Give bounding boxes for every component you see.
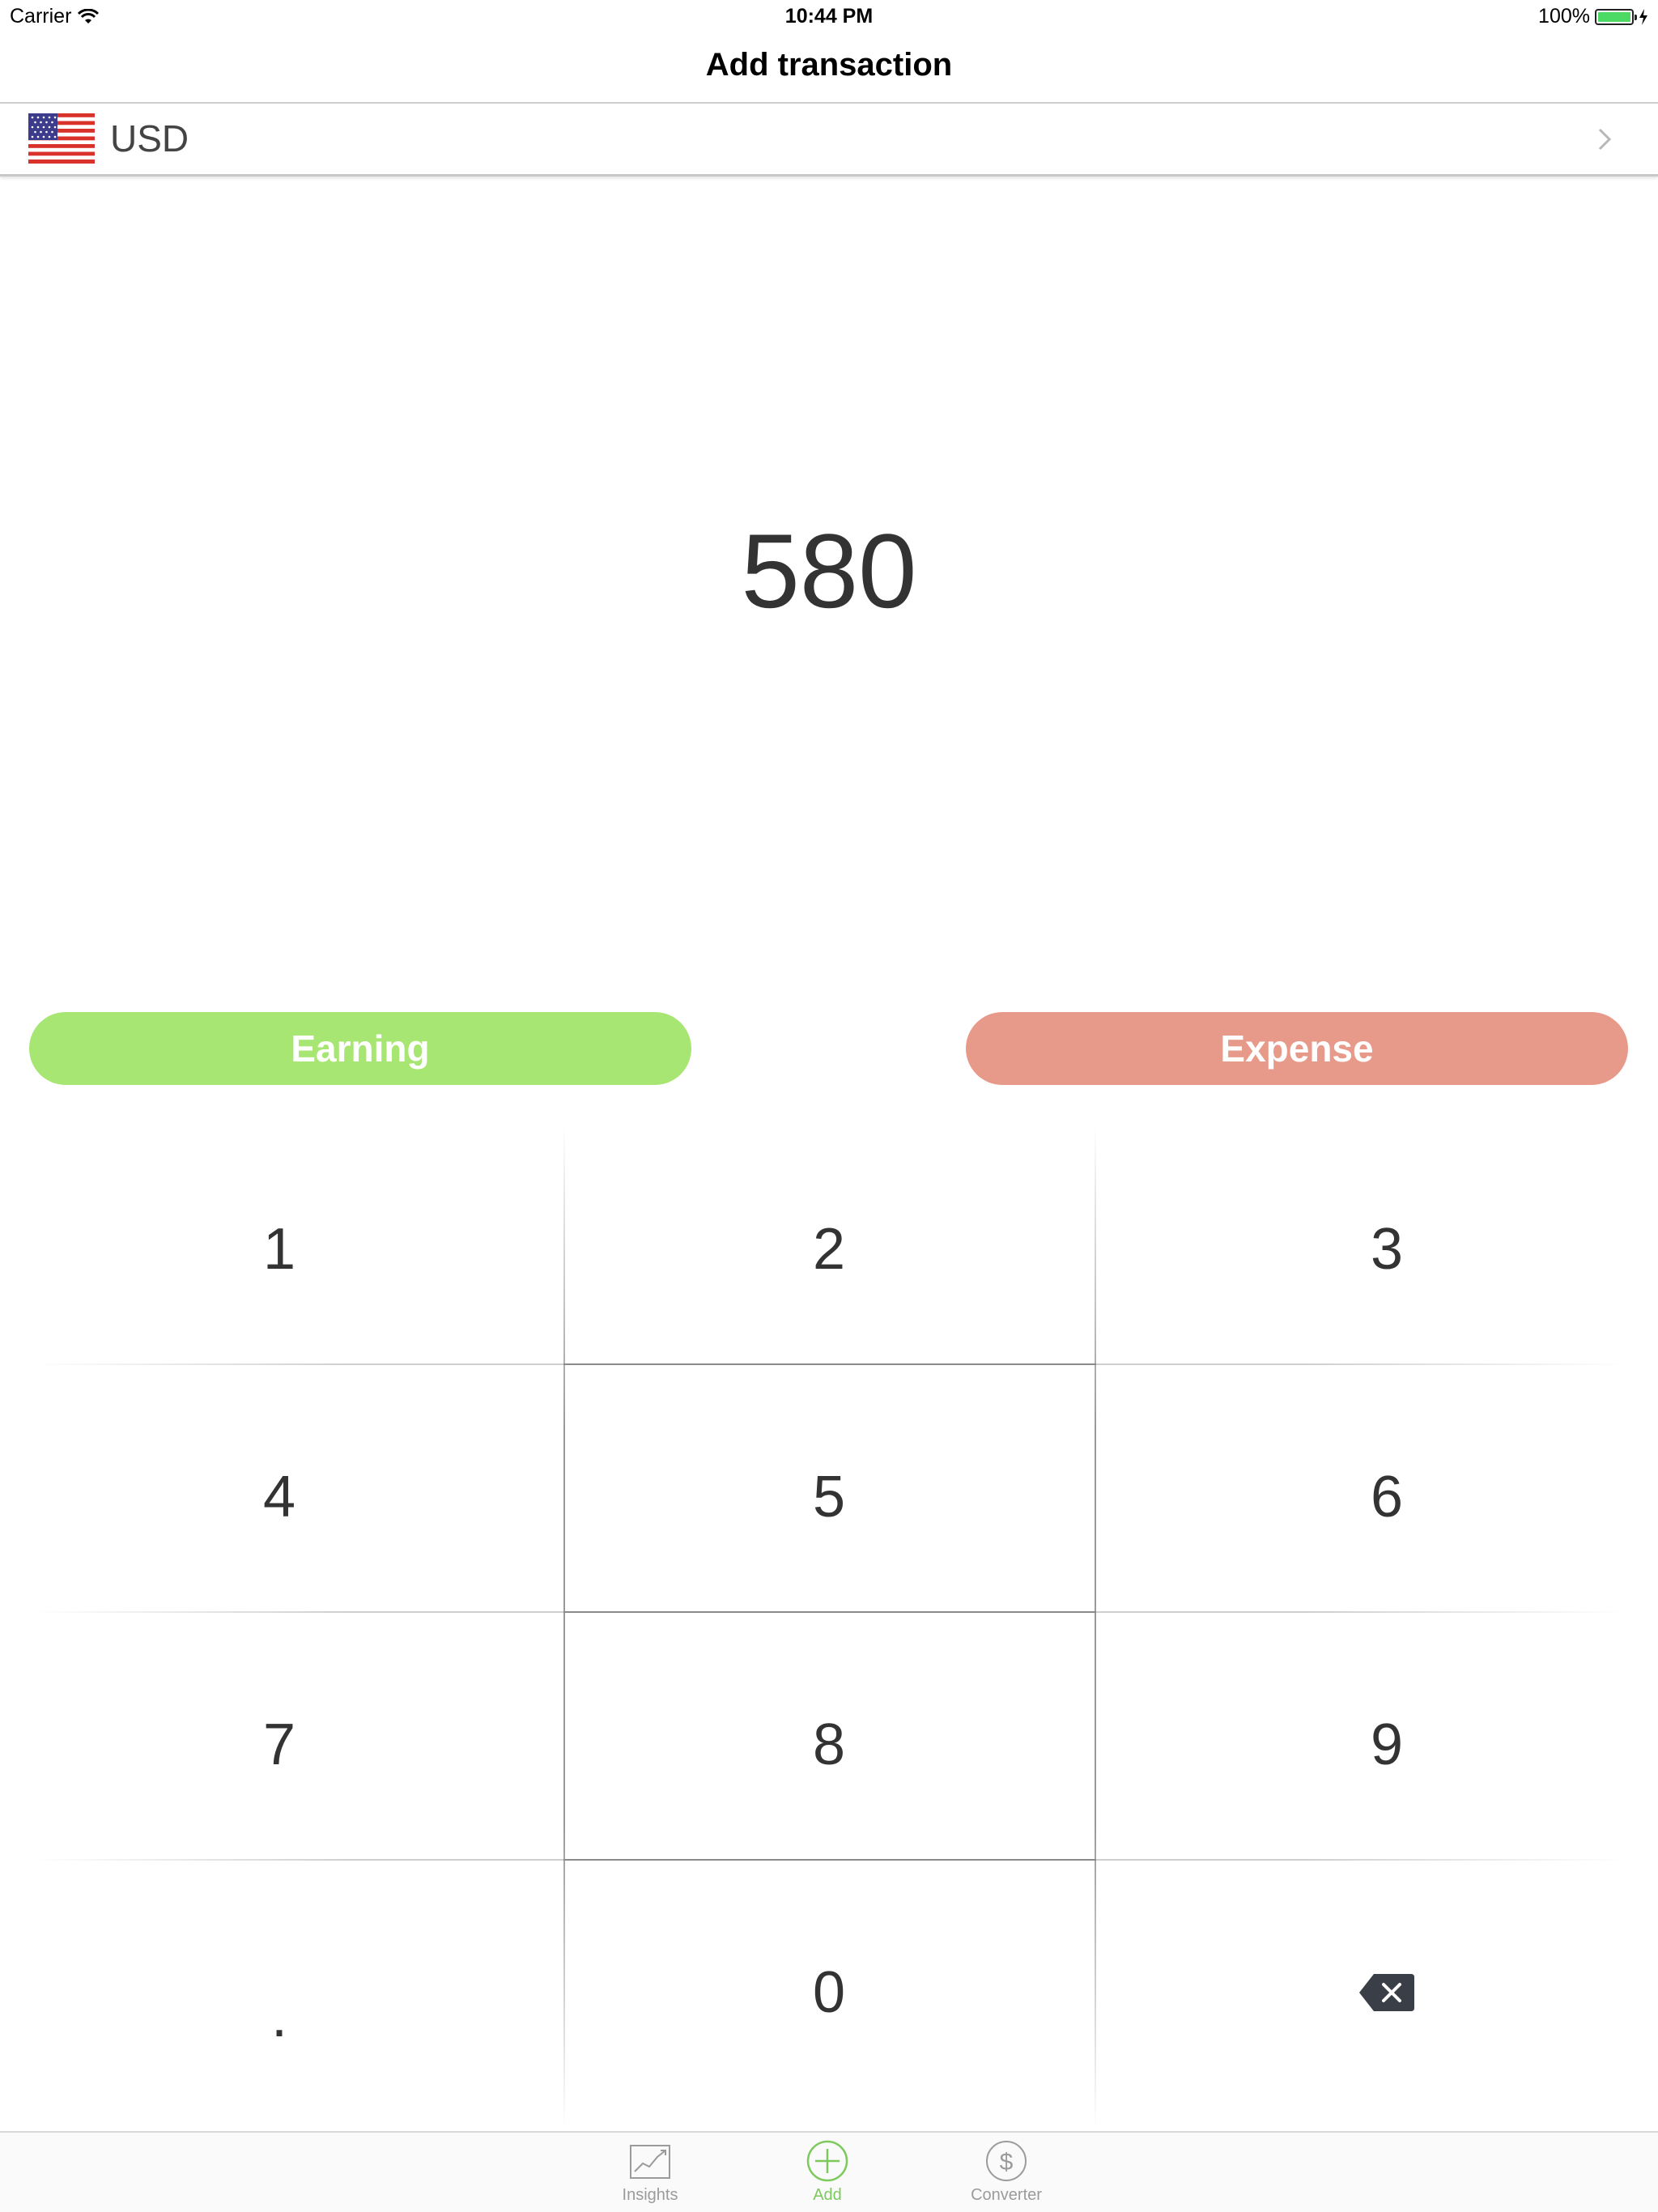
backspace-icon: [1359, 1974, 1414, 2011]
add-circle-icon: [806, 2140, 848, 2182]
tab-insights-label: Insights: [622, 2186, 678, 2204]
status-time: 10:44 PM: [784, 5, 874, 28]
tab-converter[interactable]: $ Converter: [942, 2139, 1071, 2205]
page-title: Add transaction: [705, 47, 953, 83]
backspace-button[interactable]: [1107, 1869, 1658, 2116]
charging-icon: [1639, 8, 1647, 25]
tab-bar: Insights Add $ Converter: [0, 2131, 1658, 2212]
us-flag-icon: [28, 113, 95, 164]
tab-add[interactable]: Add: [763, 2139, 892, 2205]
battery-percent: 100%: [1538, 5, 1590, 28]
key-4[interactable]: 4: [0, 1373, 559, 1621]
chevron-right-icon: [1598, 128, 1612, 151]
tab-insights[interactable]: Insights: [585, 2139, 715, 2205]
currency-selector[interactable]: USD: [0, 104, 1658, 177]
key-3[interactable]: 3: [1107, 1125, 1658, 1373]
status-bar: Carrier 10:44 PM 100%: [0, 0, 1658, 32]
key-decimal[interactable]: .: [0, 1869, 559, 2116]
key-7[interactable]: 7: [0, 1621, 559, 1869]
status-right: 100%: [1538, 5, 1648, 28]
key-8[interactable]: 8: [550, 1621, 1108, 1869]
battery-icon: [1595, 8, 1637, 25]
key-2[interactable]: 2: [550, 1125, 1108, 1373]
tab-converter-label: Converter: [971, 2186, 1042, 2204]
chart-icon: [630, 2145, 670, 2179]
key-0[interactable]: 0: [550, 1869, 1108, 2116]
dollar-circle-icon: $: [986, 2141, 1027, 2181]
earning-button[interactable]: Earning: [29, 1012, 691, 1085]
amount-display: 580: [741, 512, 917, 630]
navigation-bar: Add transaction: [0, 32, 1658, 104]
currency-code: USD: [110, 117, 189, 160]
svg-text:$: $: [1000, 2149, 1014, 2176]
numeric-keypad: 1 2 3 4 5 6 7 8 9 . 0: [0, 1125, 1658, 2129]
expense-button[interactable]: Expense: [966, 1012, 1628, 1085]
battery-fill: [1598, 11, 1630, 22]
tab-add-label: Add: [813, 2186, 842, 2204]
key-9[interactable]: 9: [1107, 1621, 1658, 1869]
key-5[interactable]: 5: [550, 1373, 1108, 1621]
key-1[interactable]: 1: [0, 1125, 559, 1373]
key-6[interactable]: 6: [1107, 1373, 1658, 1621]
